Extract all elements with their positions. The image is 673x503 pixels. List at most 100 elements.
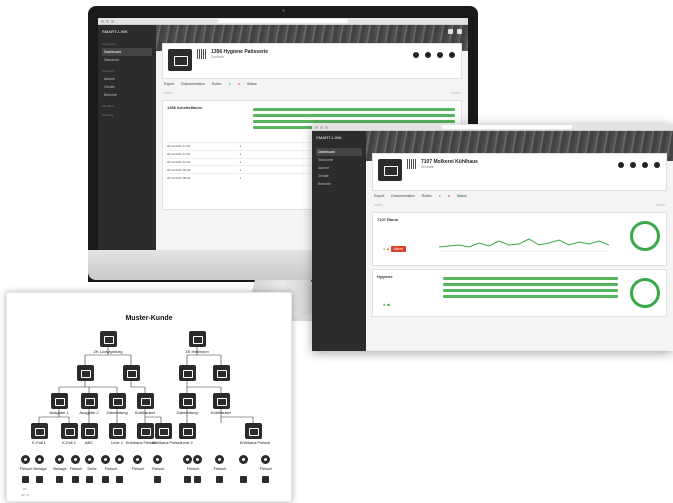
sidebar-item-geraete[interactable]: Geräte	[102, 83, 152, 91]
node-label: Kühlhaus Fleisch	[151, 440, 183, 445]
org-node	[77, 365, 94, 381]
org-node	[179, 365, 196, 381]
speaker-icon[interactable]	[642, 162, 648, 168]
device-icon	[116, 476, 123, 483]
address-bar[interactable]	[442, 125, 572, 129]
sidebar-item-standorte[interactable]: Standorte	[102, 56, 152, 64]
sidebar-item-dashboard[interactable]: Dashboard	[316, 148, 362, 156]
status-button[interactable]: Status	[247, 82, 257, 86]
flag-icon[interactable]	[457, 29, 462, 34]
status-button[interactable]: Status	[457, 194, 467, 198]
device-icon[interactable]	[413, 52, 419, 58]
org-node	[31, 423, 48, 439]
org-node	[109, 423, 126, 439]
documentation-button[interactable]: Dokumentation	[391, 194, 415, 198]
sensor-icon[interactable]	[425, 52, 431, 58]
status-gauge	[630, 278, 660, 308]
window-controls[interactable]	[315, 126, 328, 129]
nav-section: Übersicht	[102, 69, 115, 73]
org-node	[155, 423, 172, 439]
device-icon	[72, 476, 79, 483]
sensor-label: Fleisch	[131, 466, 145, 471]
sensor-label: Fleisch	[69, 466, 83, 471]
document-title: Muster-Kunde	[125, 315, 173, 322]
qr-code-icon[interactable]	[197, 49, 207, 59]
sensor-icon	[55, 455, 64, 464]
sidebar-item-standorte[interactable]: Standorte	[316, 156, 362, 164]
device-icon	[102, 476, 109, 483]
sensor-icon	[35, 455, 44, 464]
temperature-chart[interactable]	[439, 221, 609, 257]
sensor-icon	[261, 455, 270, 464]
node-label: Linie 2	[181, 440, 193, 445]
sensor-icon	[21, 455, 30, 464]
node-label: K-Fall 1	[32, 440, 46, 445]
export-button[interactable]: Export	[164, 82, 174, 86]
org-node	[137, 423, 154, 439]
org-node	[213, 393, 230, 409]
sensor-label: Fleisch	[19, 466, 33, 471]
folder-icon	[168, 49, 192, 71]
footer-label: 4C °C	[21, 493, 30, 497]
sensor-icon	[193, 455, 202, 464]
node-label: Zubereitung	[106, 410, 128, 415]
main-content: 7107 Molkerei Kühlhaus Zentrale Export D…	[366, 131, 673, 351]
filter-right[interactable]: ▭▭▭	[451, 91, 460, 95]
sidebar-item-berichte[interactable]: Berichte	[316, 180, 362, 188]
roles-button[interactable]: Rollen	[212, 82, 222, 86]
bell-alarm-icon[interactable]: ▲	[386, 247, 389, 251]
speaker-icon[interactable]	[437, 52, 443, 58]
node-label: Linie 2	[111, 440, 123, 445]
org-node	[179, 393, 196, 409]
browser-chrome	[98, 18, 468, 25]
bell-icon[interactable]	[449, 52, 455, 58]
alarm-status-icon: ●	[447, 194, 450, 198]
alarm-badge[interactable]: Alarm	[390, 246, 406, 252]
location-header: 7107 Molkerei Kühlhaus Zentrale	[372, 153, 667, 191]
org-node	[245, 423, 262, 439]
export-button[interactable]: Export	[374, 194, 384, 198]
filter-bar: ▭▭▭ ▭▭▭	[156, 89, 468, 97]
filter-right[interactable]: ▭▭▭	[656, 203, 665, 207]
device-icon	[240, 476, 247, 483]
address-bar[interactable]	[218, 19, 348, 23]
sensor-icon[interactable]	[630, 162, 636, 168]
org-node	[123, 365, 140, 381]
camera-icon	[282, 9, 285, 12]
device-icon	[216, 476, 223, 483]
sidebar-item-geraete[interactable]: Geräte	[316, 172, 362, 180]
node-label: Kühlhauser	[134, 410, 156, 415]
browser-chrome	[312, 124, 673, 131]
sensor-icon	[215, 455, 224, 464]
sensor-label: Beilage	[33, 466, 47, 471]
org-node	[100, 331, 117, 347]
node-label: Kühlhaus Fleisch	[239, 440, 271, 445]
device-icon[interactable]	[618, 162, 624, 168]
sensor-label: Fleisch	[151, 466, 165, 471]
user-icon[interactable]	[448, 29, 453, 34]
node-label: Ausgabe 1	[49, 410, 69, 415]
sensor-icon	[183, 455, 192, 464]
filter-left[interactable]: ▭▭▭	[164, 91, 173, 95]
sidebar-item-berichte[interactable]: Berichte	[102, 91, 152, 99]
speaker-icon[interactable]: ◀	[387, 302, 390, 307]
sensor-label: Beilage	[53, 466, 67, 471]
sidebar-item-alarme[interactable]: Alarme	[102, 75, 152, 83]
roles-button[interactable]: Rollen	[422, 194, 432, 198]
sidebar-item-alarme[interactable]: Alarme	[316, 164, 362, 172]
hygiene-panel: Hygiene ● ◀	[372, 269, 667, 317]
brand-logo: SMART-LINK	[102, 29, 128, 34]
qr-code-icon[interactable]	[407, 159, 417, 169]
sensor-label: Fleisch	[213, 466, 227, 471]
sidebar-item-dashboard[interactable]: Dashboard	[102, 48, 152, 56]
node-label: Kühlhauser	[210, 410, 232, 415]
status-bars	[443, 274, 618, 301]
documentation-button[interactable]: Dokumentation	[181, 82, 205, 86]
location-header: 1356 Hygiene Patisserie Zentrale	[162, 43, 462, 79]
sensor-label: Soße	[87, 466, 97, 471]
bell-icon[interactable]	[654, 162, 660, 168]
filter-left[interactable]: ▭▭▭	[374, 203, 383, 207]
window-controls[interactable]	[101, 20, 114, 23]
ok-status-icon: ●	[438, 194, 441, 198]
device-icon	[22, 476, 29, 483]
